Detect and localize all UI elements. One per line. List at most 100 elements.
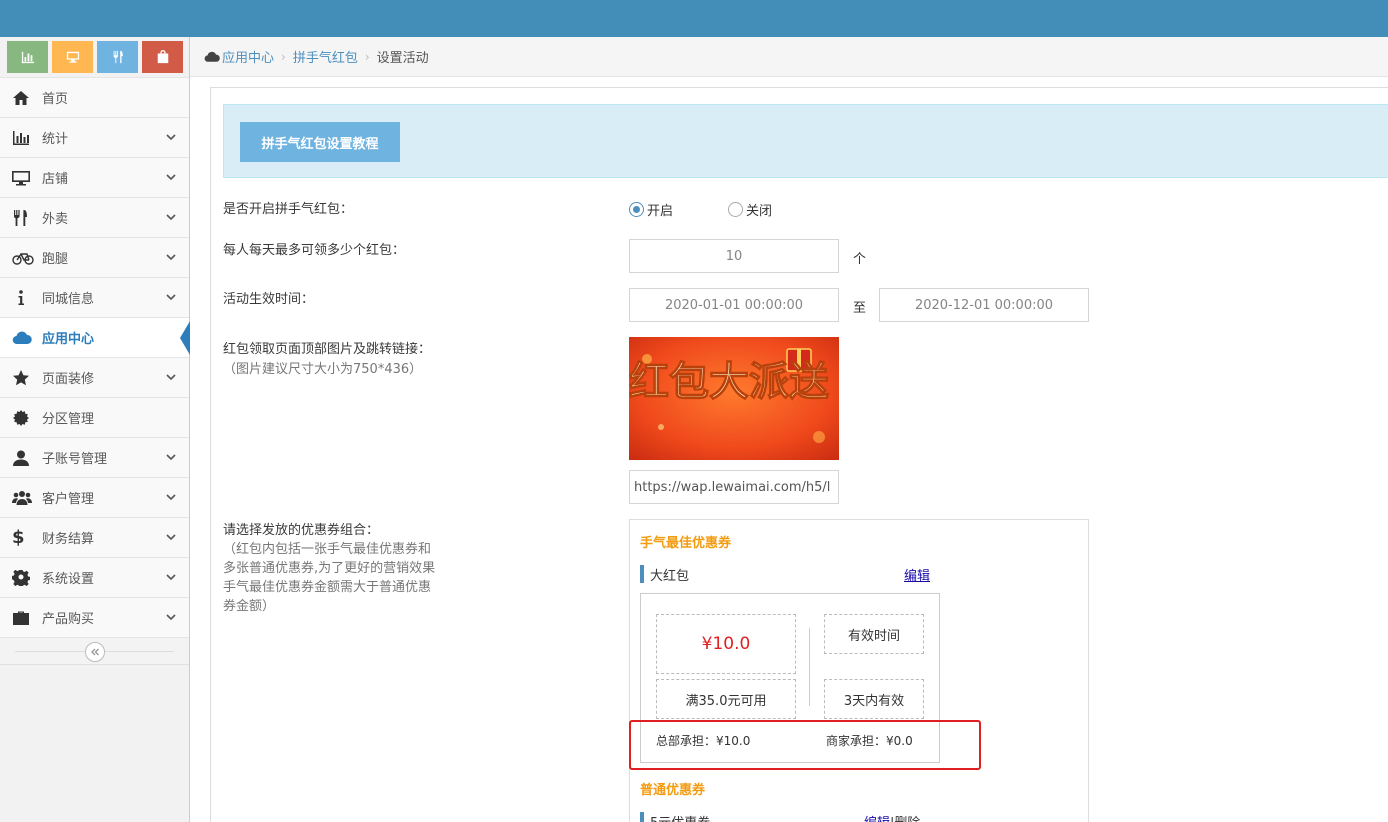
coupon-hint-line: 手气最佳优惠券金额需大于普通优惠 (223, 580, 432, 595)
users-icon (12, 490, 34, 506)
banner-hint: （图片建议尺寸大小为750*436） (223, 362, 423, 377)
best-coupon-name: 大红包 (650, 569, 690, 584)
cloud-icon (204, 51, 220, 62)
normal-coupon-actions: 编辑|删除 (864, 812, 920, 822)
gear-icon (12, 569, 34, 586)
chevron-down-icon (165, 291, 177, 303)
coupon-hint-line: 多张普通优惠券,为了更好的营销效果 (223, 561, 436, 576)
shortcut-stats-button[interactable] (7, 41, 48, 73)
sidebar: 首页 统计 店铺 外卖 跑腿 同城信息 应用中心 页面装修 分区管理 子账号管理… (0, 37, 190, 822)
sidebar-item-product-purchase[interactable]: 产品购买 (0, 597, 189, 637)
sidebar-item-app-center[interactable]: 应用中心 (0, 317, 190, 357)
sidebar-item-stats[interactable]: 统计 (0, 117, 189, 157)
coupon-price: ¥10.0 (701, 634, 751, 654)
desktop-icon (12, 170, 34, 186)
breadcrumb-link-app-center[interactable]: 应用中心 (222, 47, 274, 66)
sidebar-item-home[interactable]: 首页 (0, 77, 189, 117)
chevron-down-icon (165, 171, 177, 183)
bicycle-icon (12, 250, 34, 266)
sidebar-item-zone-management[interactable]: 分区管理 (0, 397, 189, 437)
bar-chart-icon (12, 130, 34, 146)
main-content: 拼手气红包设置教程 是否开启拼手气红包： 开启 关闭 每人每天最多可领多少个红包… (210, 87, 1388, 822)
sidebar-item-label: 应用中心 (42, 332, 95, 347)
coupon-hint-line: （红包内包括一张手气最佳优惠券和 (223, 542, 432, 557)
chevron-down-icon (165, 251, 177, 263)
best-coupon-edit-link[interactable]: 编辑 (904, 565, 930, 584)
radio-checked-icon (629, 202, 644, 217)
tutorial-panel: 拼手气红包设置教程 (223, 104, 1388, 178)
shopping-bag-icon (157, 50, 168, 64)
shortcut-takeout-button[interactable] (97, 41, 138, 73)
sidebar-item-customers[interactable]: 客户管理 (0, 477, 189, 517)
banner-text: 红包大派送 (629, 359, 829, 405)
chevron-down-icon (165, 371, 177, 383)
period-start-input[interactable]: 2020-01-01 00:00:00 (629, 288, 839, 322)
normal-coupon-name: 5元优惠券 (650, 812, 710, 822)
breadcrumb: 应用中心 › 拼手气红包 › 设置活动 (190, 37, 1388, 77)
sidebar-shortcuts (0, 37, 189, 77)
chevron-down-icon (165, 611, 177, 623)
sidebar-item-label: 外卖 (42, 212, 69, 227)
shortcut-store-button[interactable] (52, 41, 93, 73)
sidebar-collapse-button[interactable] (85, 642, 105, 662)
user-icon (12, 450, 34, 466)
coupon-valid-value: 3天内有效 (824, 679, 924, 719)
normal-coupon-edit-link[interactable]: 编辑 (864, 816, 890, 822)
sidebar-item-system-settings[interactable]: 系统设置 (0, 557, 189, 597)
breadcrumb-current: 设置活动 (376, 51, 429, 66)
daily-limit-input[interactable]: 10 (629, 239, 839, 273)
dollar-icon: $ (12, 527, 25, 548)
sidebar-item-errand[interactable]: 跑腿 (0, 237, 189, 277)
period-label: 活动生效时间： (223, 292, 315, 307)
double-chevron-left-icon (91, 648, 99, 656)
breadcrumb-link-red-packet[interactable]: 拼手气红包 (293, 47, 358, 66)
coupon-price-box: ¥10.0 (656, 614, 796, 674)
breadcrumb-separator-icon: › (281, 49, 286, 64)
chevron-down-icon (165, 571, 177, 583)
banner-link-input[interactable]: https://wap.lewaimai.com/h5/l (629, 470, 839, 504)
period-to-label: 至 (853, 301, 867, 316)
coupon-valid-label: 有效时间 (824, 614, 924, 654)
chevron-down-icon (165, 531, 177, 543)
tutorial-button[interactable]: 拼手气红包设置教程 (240, 122, 400, 162)
desktop-icon (66, 51, 79, 63)
sidebar-item-label: 跑腿 (42, 252, 69, 267)
sidebar-item-finance[interactable]: $ 财务结算 (0, 517, 189, 557)
sidebar-item-sub-accounts[interactable]: 子账号管理 (0, 437, 189, 477)
chevron-down-icon (165, 451, 177, 463)
sidebar-collapse-bar (0, 637, 189, 665)
breadcrumb-separator-icon: › (364, 49, 370, 64)
enable-on-radio[interactable]: 开启 (629, 200, 673, 219)
daily-limit-label: 每人每天最多可领多少个红包： (223, 243, 406, 258)
sidebar-item-store[interactable]: 店铺 (0, 157, 189, 197)
coupon-label: 请选择发放的优惠券组合： (223, 523, 380, 538)
sidebar-item-local-info[interactable]: 同城信息 (0, 277, 189, 317)
period-end-input[interactable]: 2020-12-01 00:00:00 (879, 288, 1089, 322)
sidebar-item-page-decoration[interactable]: 页面装修 (0, 357, 189, 397)
sidebar-item-takeout[interactable]: 外卖 (0, 197, 189, 237)
best-coupon-title: 手气最佳优惠券 (640, 536, 732, 551)
enable-off-label: 关闭 (746, 204, 773, 219)
chevron-down-icon (165, 211, 177, 223)
home-icon (12, 90, 34, 106)
banner-image[interactable]: 红包大派送 (629, 337, 839, 460)
utensils-icon (113, 50, 123, 64)
sidebar-item-label: 客户管理 (42, 492, 95, 507)
sidebar-item-label: 系统设置 (42, 572, 95, 587)
top-navbar (0, 0, 1388, 37)
enable-label: 是否开启拼手气红包： (223, 202, 354, 217)
briefcase-icon (12, 610, 34, 626)
sidebar-item-label: 分区管理 (42, 412, 95, 427)
cloud-icon (12, 330, 34, 346)
banner-label: 红包领取页面顶部图片及跳转链接： (223, 342, 432, 357)
daily-limit-unit: 个 (853, 252, 867, 267)
info-icon (12, 289, 34, 306)
coupon-marker (640, 565, 644, 583)
shortcut-purchase-button[interactable] (142, 41, 183, 73)
utensils-icon (12, 209, 34, 226)
chevron-down-icon (165, 491, 177, 503)
sidebar-item-label: 店铺 (42, 172, 69, 187)
normal-coupon-title: 普通优惠券 (640, 783, 706, 798)
normal-coupon-delete-link[interactable]: 删除 (894, 816, 920, 822)
enable-off-radio[interactable]: 关闭 (728, 200, 772, 219)
